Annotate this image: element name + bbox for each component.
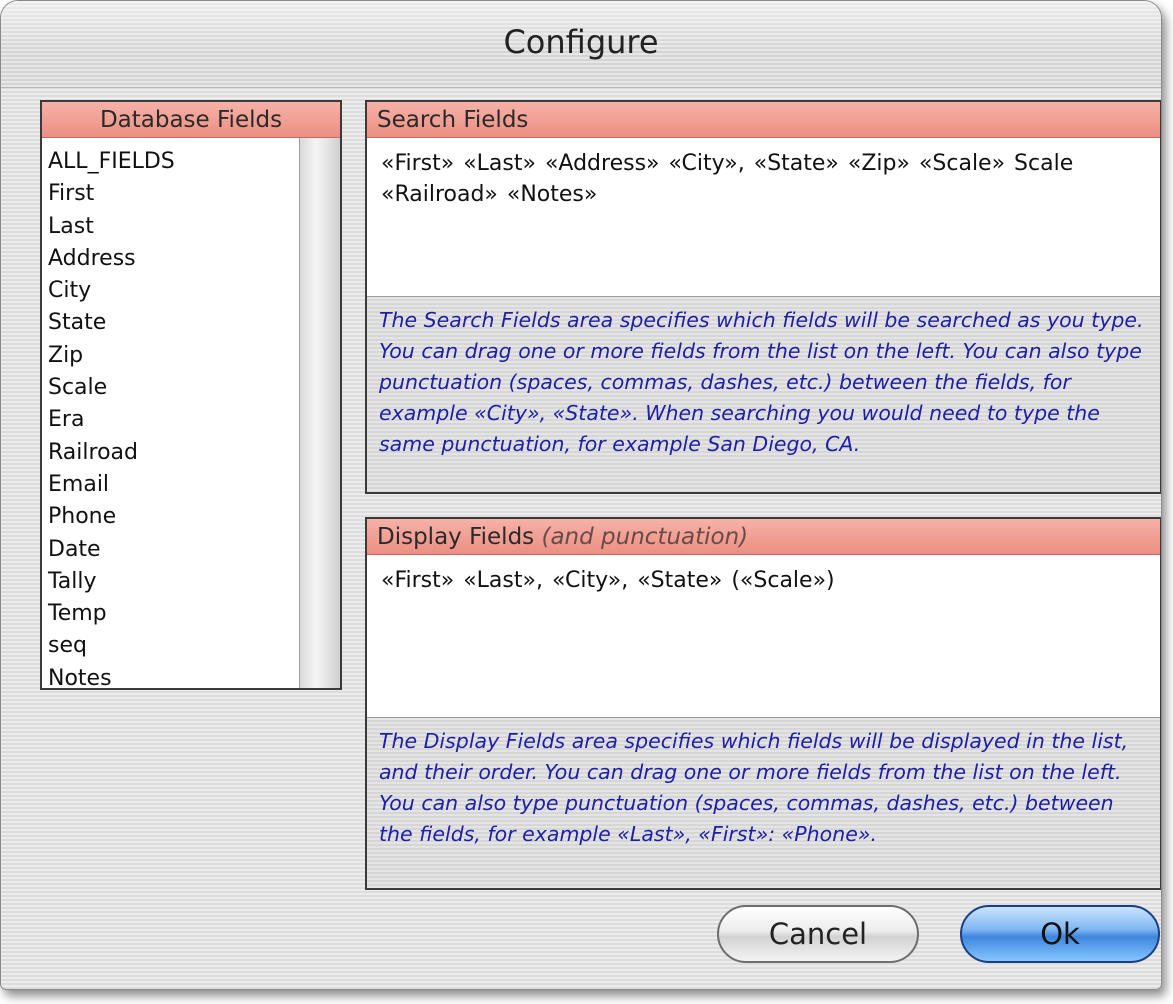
- database-field-item[interactable]: State: [48, 307, 300, 339]
- database-field-item[interactable]: City: [48, 275, 300, 307]
- display-fields-help: The Display Fields area specifies which …: [367, 717, 1160, 888]
- database-field-item[interactable]: Scale: [48, 372, 300, 404]
- display-fields-header-note: (and punctuation): [541, 524, 749, 550]
- database-field-item[interactable]: First: [48, 178, 300, 210]
- database-field-item[interactable]: ALL_FIELDS: [48, 146, 300, 178]
- display-fields-panel: Display Fields (and punctuation) «First»…: [365, 517, 1161, 890]
- search-fields-header: Search Fields: [367, 102, 1160, 138]
- window-title: Configure: [503, 23, 659, 61]
- database-fields-panel: Database Fields ALL_FIELDS First Last Addre…: [40, 100, 342, 691]
- configure-dialog: Configure Database Fields ALL_FIELDS Firs…: [0, 0, 1162, 990]
- database-fields-header: Database Fields: [42, 102, 340, 138]
- search-fields-input[interactable]: «First» «Last» «Address» «City», «State»…: [367, 138, 1160, 296]
- display-fields-header: Display Fields (and punctuation): [367, 519, 1160, 555]
- search-fields-panel: Search Fields «First» «Last» «Address» «…: [365, 100, 1161, 494]
- database-field-item[interactable]: Date: [48, 534, 300, 566]
- database-field-item[interactable]: Last: [48, 211, 300, 243]
- search-fields-help: The Search Fields area specifies which f…: [367, 296, 1160, 492]
- database-field-item[interactable]: Phone: [48, 501, 300, 533]
- database-fields-scrollbar[interactable]: [299, 138, 340, 688]
- database-field-item[interactable]: Temp: [48, 598, 300, 630]
- database-field-item[interactable]: Era: [48, 404, 300, 436]
- database-field-item[interactable]: Email: [48, 469, 300, 501]
- database-field-item[interactable]: Railroad: [48, 437, 300, 469]
- database-field-item[interactable]: Address: [48, 243, 300, 275]
- database-field-item[interactable]: seq: [48, 630, 300, 662]
- title-bar[interactable]: Configure: [1, 1, 1161, 88]
- database-field-item[interactable]: Zip: [48, 340, 300, 372]
- cancel-button[interactable]: Cancel: [717, 905, 919, 963]
- ok-button[interactable]: Ok: [960, 905, 1160, 963]
- database-field-item[interactable]: Notes: [48, 663, 300, 695]
- display-fields-input[interactable]: «First» «Last», «City», «State» («Scale»…: [367, 555, 1160, 717]
- database-field-item[interactable]: Tally: [48, 566, 300, 598]
- display-fields-header-label: Display Fields: [377, 524, 535, 550]
- database-fields-list[interactable]: ALL_FIELDS First Last Address City State Zip Sc…: [42, 138, 300, 691]
